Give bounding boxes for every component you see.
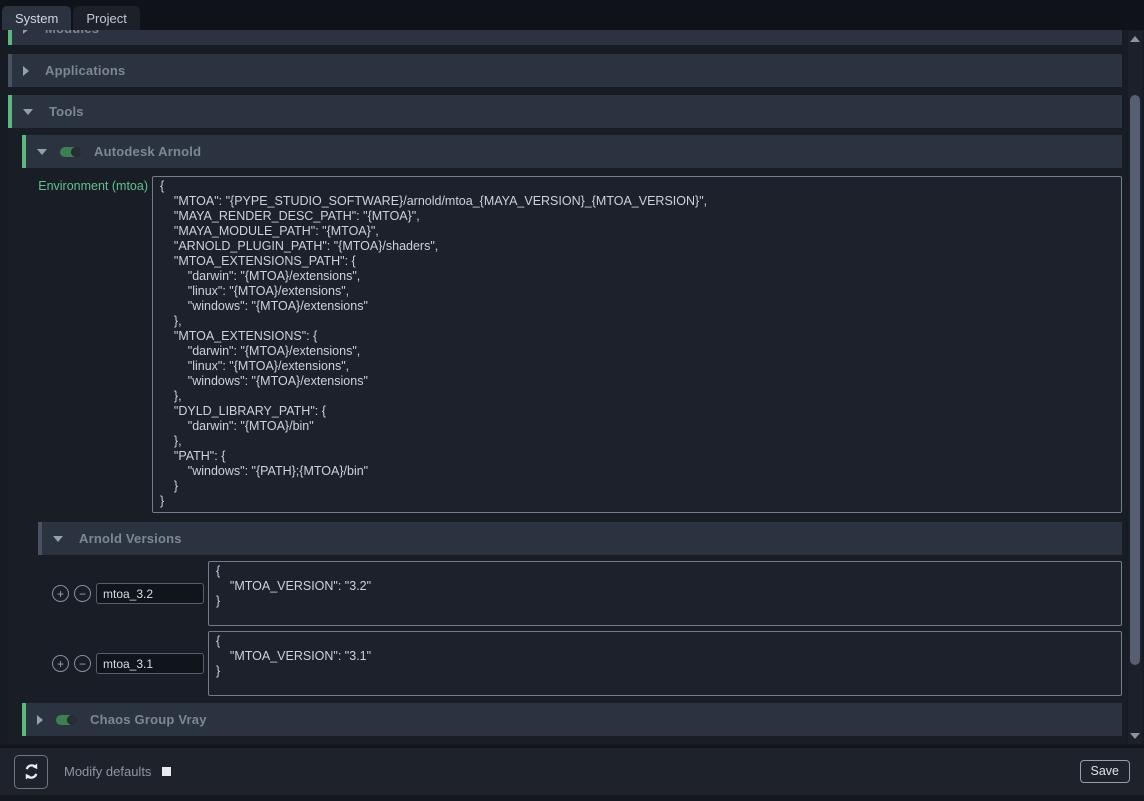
tab-project[interactable]: Project [73,6,139,30]
settings-scroll-area: Modules Applications Tools Autodesk Arno… [0,30,1144,744]
refresh-button[interactable] [14,755,48,789]
section-title-tools: Tools [49,104,84,119]
toggle-knob [71,147,81,157]
section-header-tools[interactable]: Tools [8,95,1122,128]
divider [0,87,1126,95]
scroll-down-arrow-icon[interactable] [1130,733,1140,739]
divider [0,45,1126,54]
add-version-button[interactable]: + [52,585,69,602]
version-json-editor[interactable]: { "MTOA_VERSION": "3.2" } [208,561,1122,626]
scrollbar-thumb[interactable] [1130,95,1140,665]
environment-row: Environment (mtoa) { "MTOA": "{PYPE_STUD… [25,176,1122,513]
chevron-right-icon [37,715,43,725]
section-header-arnold-versions[interactable]: Arnold Versions [38,522,1122,555]
chevron-down-icon [53,536,63,542]
version-name-input[interactable] [96,653,204,674]
chevron-right-icon [23,66,29,76]
toggle-knob [67,715,77,725]
tab-system[interactable]: System [2,6,71,30]
version-name-input[interactable] [96,583,204,604]
section-header-chaos-group-vray[interactable]: Chaos Group Vray [22,703,1122,736]
tab-project-label: Project [86,11,126,26]
section-header-applications[interactable]: Applications [8,54,1122,87]
divider [8,696,1126,703]
vertical-scrollbar[interactable] [1128,31,1142,744]
chevron-down-icon [37,149,47,155]
arnold-version-row: + − { "MTOA_VERSION": "3.2" } [52,561,1122,626]
arnold-enabled-toggle[interactable] [60,147,81,157]
tools-section-body: Autodesk Arnold Environment (mtoa) { "MT… [8,128,1126,744]
environment-json-editor[interactable]: { "MTOA": "{PYPE_STUDIO_SOFTWARE}/arnold… [152,176,1122,513]
section-header-modules[interactable]: Modules [8,30,1122,45]
vray-enabled-toggle[interactable] [56,715,77,725]
arnold-version-row: + − { "MTOA_VERSION": "3.1" } [52,631,1122,696]
settings-content: Modules Applications Tools Autodesk Arno… [0,30,1126,744]
section-title-arnold-versions: Arnold Versions [79,531,182,546]
environment-label: Environment (mtoa) [25,176,148,513]
section-title-autodesk-arnold: Autodesk Arnold [94,144,201,159]
scroll-up-arrow-icon[interactable] [1130,36,1140,42]
section-title-modules: Modules [45,30,99,36]
version-json-editor[interactable]: { "MTOA_VERSION": "3.1" } [208,631,1122,696]
modify-defaults-checkbox[interactable] [162,767,171,776]
divider [8,513,1126,522]
tab-system-label: System [15,11,58,26]
remove-version-button[interactable]: − [74,655,91,672]
sync-icon [22,762,41,781]
chevron-down-icon [23,109,33,115]
add-version-button[interactable]: + [52,655,69,672]
section-header-autodesk-arnold[interactable]: Autodesk Arnold [22,135,1122,168]
settings-tabbar: System Project [0,0,1144,30]
modify-defaults-label: Modify defaults [64,764,151,779]
section-title-applications: Applications [45,63,125,78]
remove-version-button[interactable]: − [74,585,91,602]
chevron-right-icon [23,30,29,34]
footer-bar: Modify defaults Save [0,746,1144,795]
save-button[interactable]: Save [1080,760,1131,783]
section-title-chaos-group-vray: Chaos Group Vray [90,712,207,727]
